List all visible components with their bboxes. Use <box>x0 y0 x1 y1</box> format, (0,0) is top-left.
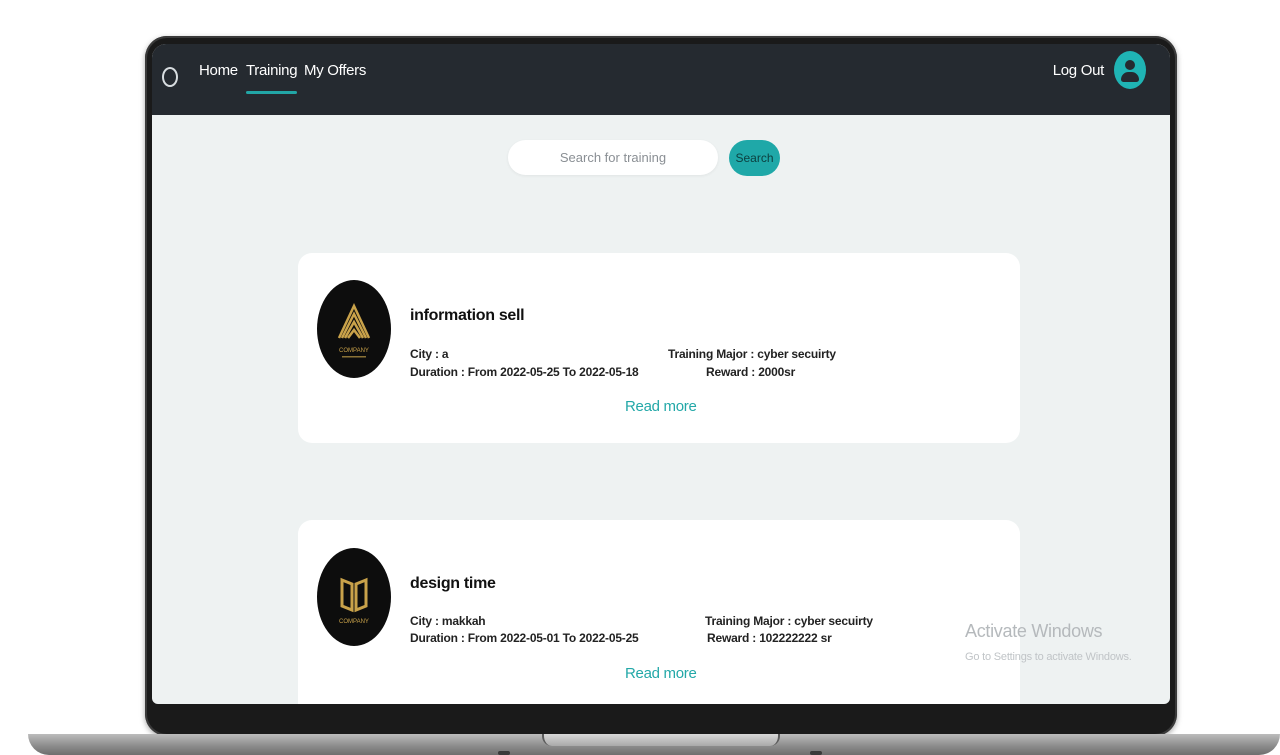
company-logo: COMPANY <box>317 548 391 646</box>
training-duration: Duration : From 2022-05-01 To 2022-05-25 <box>410 631 639 645</box>
training-card: COMPANY information sell City : a Durati… <box>298 253 1020 443</box>
avatar-head <box>1125 60 1135 70</box>
logout-link[interactable]: Log Out <box>1053 62 1105 79</box>
training-reward: Reward : 102222222 sr <box>707 631 832 645</box>
search-button[interactable]: Search <box>729 140 780 176</box>
activate-windows-title: Activate Windows <box>965 621 1103 641</box>
laptop-foot <box>810 751 822 755</box>
training-title: design time <box>410 575 496 592</box>
logo-icon[interactable] <box>162 67 178 87</box>
read-more-link[interactable]: Read more <box>625 665 697 682</box>
activate-windows-subtitle: Go to Settings to activate Windows. <box>965 651 1132 663</box>
training-city: City : a <box>410 347 449 361</box>
building-logo-icon: COMPANY <box>337 303 371 358</box>
nav-home[interactable]: Home <box>199 62 238 79</box>
nav-training[interactable]: Training <box>246 62 298 94</box>
avatar-body <box>1121 72 1139 82</box>
logo-wordmark: COMPANY <box>339 619 369 625</box>
training-major: Training Major : cyber secuirty <box>668 347 836 361</box>
navbar: Home Training My Offers Log Out <box>152 44 1170 115</box>
nav-my-offers[interactable]: My Offers <box>304 62 366 79</box>
training-major: Training Major : cyber secuirty <box>705 614 873 628</box>
training-card: COMPANY design time City : makkah Durati… <box>298 520 1020 704</box>
training-reward: Reward : 2000sr <box>706 365 796 379</box>
book-logo-icon: COMPANY <box>339 577 369 625</box>
laptop-foot <box>498 751 510 755</box>
user-avatar-icon[interactable] <box>1114 51 1146 89</box>
screen: Home Training My Offers Log Out Search C… <box>152 44 1170 704</box>
search-input[interactable] <box>508 140 718 175</box>
laptop-hinge <box>542 734 780 746</box>
training-title: information sell <box>410 307 525 324</box>
company-logo: COMPANY <box>317 280 391 378</box>
logo-wordmark: COMPANY <box>339 348 369 354</box>
training-duration: Duration : From 2022-05-25 To 2022-05-18 <box>410 365 639 379</box>
training-city: City : makkah <box>410 614 486 628</box>
read-more-link[interactable]: Read more <box>625 398 697 415</box>
